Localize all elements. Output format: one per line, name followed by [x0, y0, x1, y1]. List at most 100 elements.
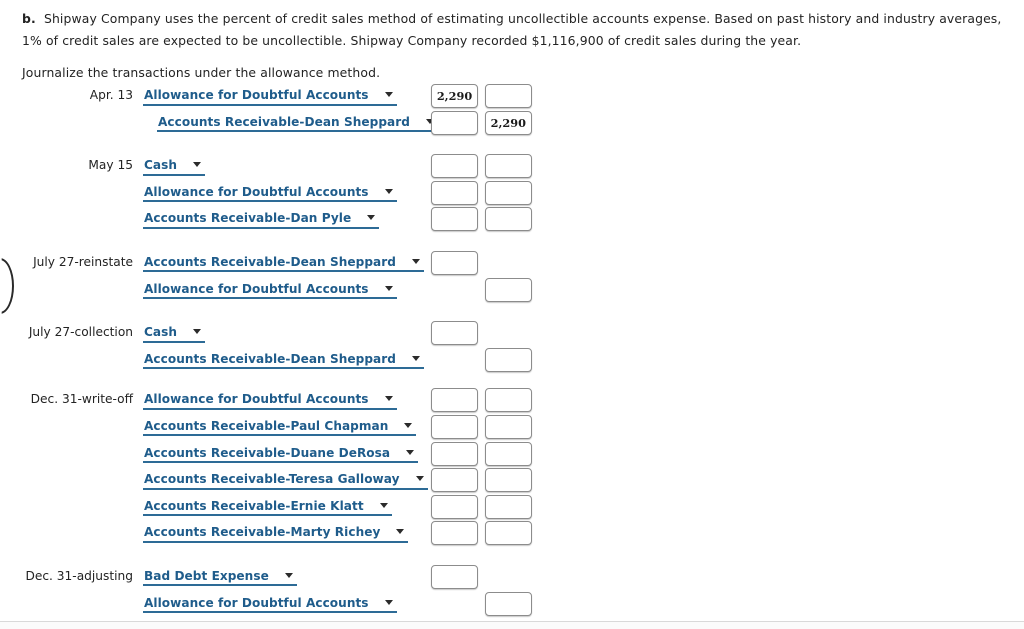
credit-amount-input[interactable] — [485, 591, 532, 616]
credit-amount-input[interactable] — [485, 441, 532, 466]
account-select[interactable]: Allowance for Doubtful Accounts — [143, 391, 397, 410]
account-select[interactable]: Accounts Receivable-Dean Sheppard — [143, 253, 424, 273]
account-select[interactable]: Allowance for Doubtful Accounts — [143, 594, 397, 613]
entry-date-spacer — [0, 495, 133, 496]
chevron-down-icon — [411, 355, 420, 361]
amount-cells — [431, 180, 539, 205]
account-select-label: Accounts Receivable-Dean Sheppard — [144, 351, 396, 366]
account-cell: Allowance for Doubtful Accounts — [133, 181, 431, 203]
account-select[interactable]: Accounts Receivable-Dean Sheppard — [143, 350, 424, 370]
account-select[interactable]: Cash — [143, 157, 206, 176]
account-cell: Accounts Receivable-Dean Sheppard — [133, 348, 431, 370]
account-select[interactable]: Accounts Receivable-Marty Richey — [143, 524, 409, 543]
credit-amount-input[interactable] — [485, 347, 532, 372]
entry-date-spacer — [0, 111, 133, 112]
account-select-label: Accounts Receivable-Teresa Galloway — [144, 472, 400, 487]
entry-date-spacer — [0, 468, 133, 469]
entry-date-label: Dec. 31-adjusting — [25, 568, 133, 583]
credit-amount-input[interactable] — [485, 388, 532, 413]
chevron-down-icon — [193, 162, 202, 168]
credit-amount-spacer — [485, 251, 539, 275]
account-select[interactable]: Bad Debt Expense — [143, 567, 297, 587]
account-select-label: Cash — [144, 158, 178, 173]
bottom-page-edge — [0, 622, 1024, 629]
credit-amount-slot: 2,290 — [485, 110, 539, 135]
debit-amount-input[interactable] — [431, 468, 478, 493]
credit-amount-slot — [485, 207, 539, 232]
intro-paragraph-text: Shipway Company uses the percent of cred… — [22, 11, 1002, 48]
debit-amount-spacer — [431, 592, 485, 616]
account-select[interactable]: Allowance for Doubtful Accounts — [143, 280, 397, 300]
credit-amount-input[interactable] — [485, 494, 532, 519]
credit-amount-slot — [485, 180, 539, 205]
debit-amount-input[interactable] — [431, 441, 478, 466]
journal-entry-row: July 27-reinstate Accounts Receivable-Dea… — [0, 250, 1024, 278]
account-cell: Accounts Receivable-Paul Chapman — [133, 415, 431, 437]
account-select-label: Accounts Receivable-Ernie Klatt — [144, 498, 364, 513]
account-select[interactable]: Accounts Receivable-Dan Pyle — [143, 210, 380, 229]
amount-cells — [431, 441, 539, 466]
debit-amount-input[interactable] — [431, 414, 478, 439]
debit-amount-slot — [431, 207, 485, 232]
account-cell: Allowance for Doubtful Accounts — [133, 592, 431, 613]
debit-amount-input[interactable] — [431, 521, 478, 546]
journal-entry-row: Dec. 31-adjusting Bad Debt Expense — [0, 564, 1024, 592]
credit-amount-slot — [485, 521, 539, 546]
credit-amount-input[interactable] — [485, 207, 532, 232]
account-select-label: Accounts Receivable-Duane DeRosa — [144, 445, 391, 460]
debit-amount-input[interactable]: 2,290 — [431, 84, 478, 108]
debit-amount-spacer — [431, 348, 485, 372]
amount-cells — [431, 347, 539, 372]
account-select[interactable]: Accounts Receivable-Duane DeRosa — [143, 444, 419, 464]
debit-amount-input[interactable] — [431, 110, 478, 135]
debit-amount-slot — [431, 180, 485, 205]
journal-entry-block: Dec. 31-write-off Allowance for Doubtful … — [0, 388, 1024, 548]
account-cell: Allowance for Doubtful Accounts — [133, 388, 431, 410]
journal-entry-row: Accounts Receivable-Duane DeRosa — [0, 441, 1024, 469]
entry-date-spacer — [0, 278, 133, 279]
account-select[interactable]: Accounts Receivable-Paul Chapman — [143, 417, 417, 437]
entry-date-label: July 27-reinstate — [33, 254, 133, 269]
credit-amount-input[interactable] — [485, 84, 532, 108]
debit-amount-slot — [431, 414, 485, 439]
chevron-down-icon — [384, 396, 393, 402]
account-select-label: Allowance for Doubtful Accounts — [144, 392, 369, 407]
credit-amount-input[interactable] — [485, 521, 532, 546]
debit-amount-input[interactable] — [431, 494, 478, 519]
intro-instruction: Journalize the transactions under the al… — [22, 65, 381, 80]
journal-entry-row: Apr. 13 Allowance for Doubtful Accounts 2,… — [0, 84, 1024, 111]
journal-entry-row: Accounts Receivable-Ernie Klatt — [0, 494, 1024, 522]
account-select[interactable]: Accounts Receivable-Ernie Klatt — [143, 497, 392, 517]
debit-amount-slot — [431, 521, 485, 546]
debit-amount-slot — [431, 494, 485, 519]
debit-amount-input[interactable] — [431, 154, 478, 179]
debit-amount-input[interactable] — [431, 250, 478, 275]
amount-cells — [431, 414, 539, 439]
account-select[interactable]: Cash — [143, 324, 206, 343]
account-select[interactable]: Allowance for Doubtful Accounts — [143, 87, 397, 106]
credit-amount-input[interactable] — [485, 277, 532, 302]
debit-amount-input[interactable] — [431, 388, 478, 413]
account-select[interactable]: Accounts Receivable-Dean Sheppard — [157, 113, 438, 133]
entry-date-spacer — [0, 442, 133, 443]
credit-amount-input[interactable] — [485, 154, 532, 179]
entry-date-label: Apr. 13 — [89, 88, 133, 102]
problem-intro: b. Shipway Company uses the percent of c… — [22, 8, 1014, 84]
debit-amount-input[interactable] — [431, 207, 478, 232]
account-cell: Accounts Receivable-Teresa Galloway — [133, 468, 431, 490]
amount-cells — [431, 468, 539, 493]
debit-amount-input[interactable] — [431, 180, 478, 205]
chevron-down-icon — [367, 215, 376, 221]
credit-amount-input[interactable]: 2,290 — [485, 110, 532, 135]
credit-amount-input[interactable] — [485, 414, 532, 439]
debit-amount-input[interactable] — [431, 564, 478, 589]
account-select[interactable]: Accounts Receivable-Teresa Galloway — [143, 471, 428, 490]
credit-amount-input[interactable] — [485, 468, 532, 493]
debit-amount-input[interactable] — [431, 321, 478, 346]
account-select[interactable]: Allowance for Doubtful Accounts — [143, 183, 397, 203]
credit-amount-slot — [485, 347, 539, 372]
entry-date-label: Dec. 31-write-off — [30, 392, 133, 407]
credit-amount-input[interactable] — [485, 180, 532, 205]
journal-entry-row: Accounts Receivable-Teresa Galloway — [0, 468, 1024, 495]
amount-cells: 2,290 — [431, 110, 539, 135]
